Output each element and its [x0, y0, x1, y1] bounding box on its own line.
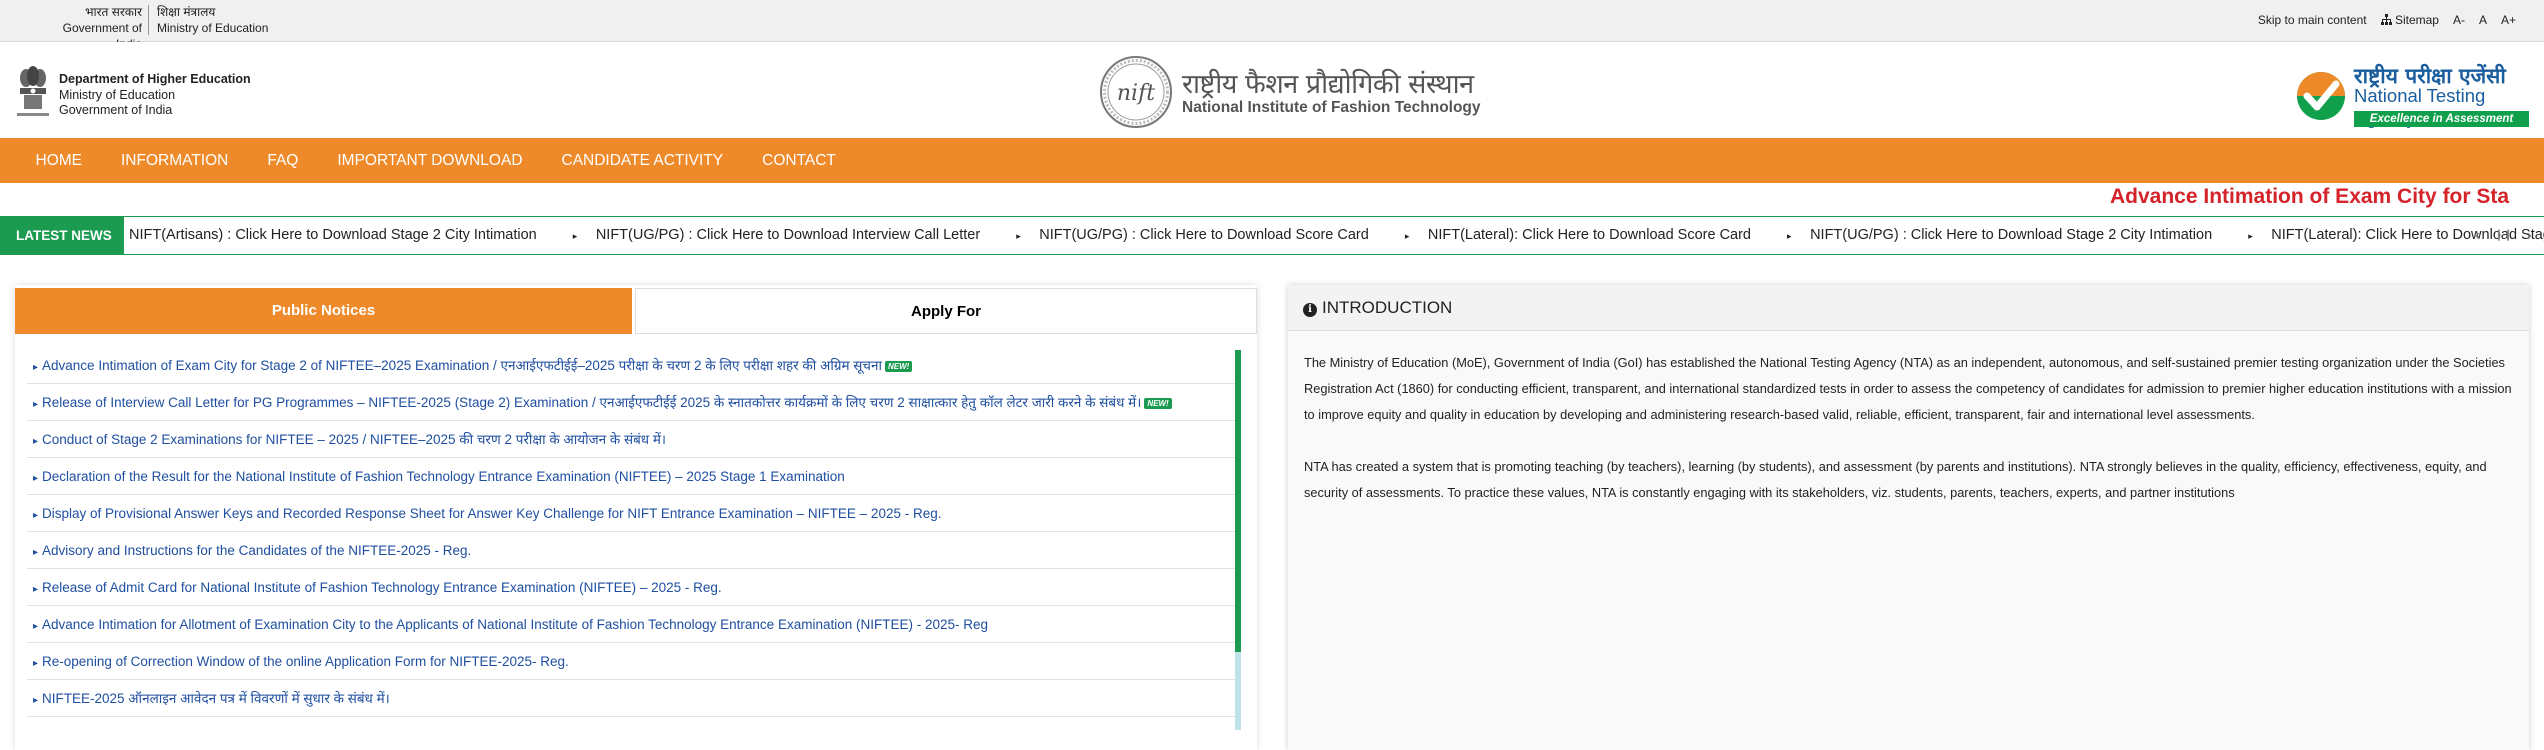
notice-item[interactable]: ▸ Release of Admit Card for National Inst…	[27, 569, 1239, 606]
nift-english-title: National Institute of Fashion Technology	[1182, 99, 1481, 116]
arrow-right-icon: ▸	[33, 436, 39, 447]
nav-faq[interactable]: FAQ	[248, 138, 318, 183]
sitemap-label: Sitemap	[2394, 13, 2439, 27]
info-circle-icon: i	[1303, 303, 1317, 317]
gov-hindi-text: भारत सरकार	[85, 5, 142, 19]
notice-item[interactable]: ▸ Conduct of Stage 2 Examinations for NIF…	[27, 421, 1239, 458]
accessibility-links: Skip to main content Sitemap A- A A+	[2258, 13, 2516, 27]
tab-public-notices[interactable]: Public Notices	[15, 288, 632, 334]
notices-panel: Public Notices Apply For ▸ Advance Intima…	[15, 285, 1257, 750]
introduction-paragraph: NTA has created a system that is promoti…	[1304, 459, 2487, 500]
notice-item[interactable]: ▸ Declaration of the Result for the Natio…	[27, 458, 1239, 495]
nav-contact[interactable]: CONTACT	[743, 138, 856, 183]
arrow-right-icon: ▸	[2248, 231, 2256, 241]
nift-logo-icon: nift	[1100, 56, 1172, 128]
tab-apply-for[interactable]: Apply For	[635, 288, 1257, 334]
news-item[interactable]: ▸ NIFT(UG/PG) : Click Here to Download S…	[1016, 227, 1385, 243]
department-info: Department of Higher Education Ministry …	[59, 72, 251, 119]
notices-tabs: Public Notices Apply For	[15, 288, 1257, 334]
scrolling-announcement: Advance Intimation of Exam City for Sta	[0, 183, 2544, 215]
arrow-right-icon: ▸	[33, 584, 39, 595]
nift-hindi-title: राष्ट्रीय फैशन प्रौद्योगिकी संस्थान	[1182, 69, 1474, 100]
ministry-english-text: Ministry of Education	[157, 21, 269, 35]
arrow-right-icon: ▸	[1016, 231, 1024, 241]
arrow-right-icon: ▸	[33, 399, 39, 410]
nta-tagline: Excellence in Assessment	[2354, 111, 2529, 127]
notice-list: ▸ Advance Intimation of Exam City for Sta…	[27, 347, 1239, 717]
announcement-text[interactable]: Advance Intimation of Exam City for Sta	[2110, 185, 2509, 209]
arrow-right-icon: ▸	[33, 621, 39, 632]
site-header: Department of Higher Education Ministry …	[0, 42, 2544, 138]
skip-to-main-link[interactable]: Skip to main content	[2258, 13, 2367, 27]
notice-item[interactable]: ▸ Advisory and Instructions for the Candi…	[27, 532, 1239, 569]
news-item[interactable]: ▸ NIFT(UG/PG) : Click Here to Download S…	[1787, 227, 2228, 243]
arrow-right-icon: ▸	[33, 547, 39, 558]
nta-logo-icon	[2297, 72, 2345, 120]
arrow-right-icon: ▸	[33, 695, 39, 706]
national-emblem-icon	[17, 66, 49, 116]
government-name: Government of India	[59, 103, 173, 117]
news-prev-button[interactable]: ‹	[2475, 217, 2480, 254]
introduction-paragraph: The Ministry of Education (MoE), Governm…	[1304, 355, 2512, 422]
introduction-panel: i INTRODUCTION The Ministry of Education …	[1288, 285, 2529, 750]
news-controls: ‹ ❙❙ ›	[2475, 217, 2532, 254]
nav-information[interactable]: INFORMATION	[102, 138, 248, 183]
latest-news-label: LATEST NEWS	[0, 217, 124, 254]
arrow-right-icon: ▸	[33, 510, 39, 521]
ministry-hindi-text: शिक्षा मंत्रालय	[157, 5, 216, 19]
topbar-divider	[148, 5, 149, 35]
top-utility-bar: भारत सरकार Government of India शिक्षा मं…	[0, 0, 2544, 51]
arrow-right-icon: ▸	[33, 473, 39, 484]
notice-item[interactable]: ▸ Re-opening of Correction Window of the …	[27, 643, 1239, 680]
new-badge: NEW!	[884, 360, 913, 372]
nav-candidate-activity[interactable]: CANDIDATE ACTIVITY	[542, 138, 743, 183]
notices-scrollbar-thumb[interactable]	[1235, 350, 1241, 652]
latest-news-items: NIFT(Artisans) : Click Here to Download …	[129, 217, 2544, 254]
introduction-body: The Ministry of Education (MoE), Governm…	[1304, 350, 2519, 532]
ministry-name: Ministry of Education	[59, 87, 176, 102]
introduction-title: INTRODUCTION	[1322, 298, 1453, 317]
svg-text:nift: nift	[1117, 81, 1155, 106]
sitemap-icon	[2380, 14, 2392, 25]
arrow-right-icon: ▸	[1787, 231, 1795, 241]
nav-home[interactable]: HOME	[16, 138, 102, 183]
ministry-label: शिक्षा मंत्रालय Ministry of Education	[157, 4, 268, 36]
department-name: Department of Higher Education	[59, 72, 251, 86]
font-decrease-button[interactable]: A-	[2453, 13, 2465, 27]
arrow-right-icon: ▸	[33, 362, 39, 373]
notice-item[interactable]: ▸ Advance Intimation for Allotment of Exa…	[27, 606, 1239, 643]
news-item[interactable]: ▸ NIFT(Lateral): Click Here to Download …	[1405, 227, 1767, 243]
latest-news-bar: LATEST NEWS NIFT(Artisans) : Click Here …	[0, 216, 2544, 255]
notice-item[interactable]: ▸ Display of Provisional Answer Keys and …	[27, 495, 1239, 532]
sitemap-link[interactable]: Sitemap	[2380, 13, 2439, 27]
introduction-header: i INTRODUCTION	[1288, 285, 2529, 331]
nav-important-download[interactable]: IMPORTANT DOWNLOAD	[318, 138, 542, 183]
main-navigation: HOME INFORMATION FAQ IMPORTANT DOWNLOAD …	[0, 138, 2544, 183]
news-item[interactable]: NIFT(Artisans) : Click Here to Download …	[129, 227, 553, 243]
arrow-right-icon: ▸	[33, 658, 39, 669]
arrow-right-icon: ▸	[572, 231, 580, 241]
notice-item[interactable]: ▸ Advance Intimation of Exam City for Sta…	[27, 347, 1239, 384]
news-next-button[interactable]: ›	[2527, 217, 2532, 254]
news-pause-button[interactable]: ❙❙	[2494, 217, 2512, 254]
notice-item[interactable]: ▸ NIFTEE-2025 ऑनलाइन आवेदन पत्र में विवरण…	[27, 680, 1239, 717]
font-normal-button[interactable]: A	[2479, 13, 2487, 27]
notice-item[interactable]: ▸ Release of Interview Call Letter for PG…	[27, 384, 1239, 421]
arrow-right-icon: ▸	[1404, 231, 1412, 241]
news-item[interactable]: ▸ NIFT(UG/PG) : Click Here to Download I…	[573, 227, 996, 243]
font-increase-button[interactable]: A+	[2501, 13, 2516, 27]
new-badge: NEW!	[1144, 397, 1172, 409]
